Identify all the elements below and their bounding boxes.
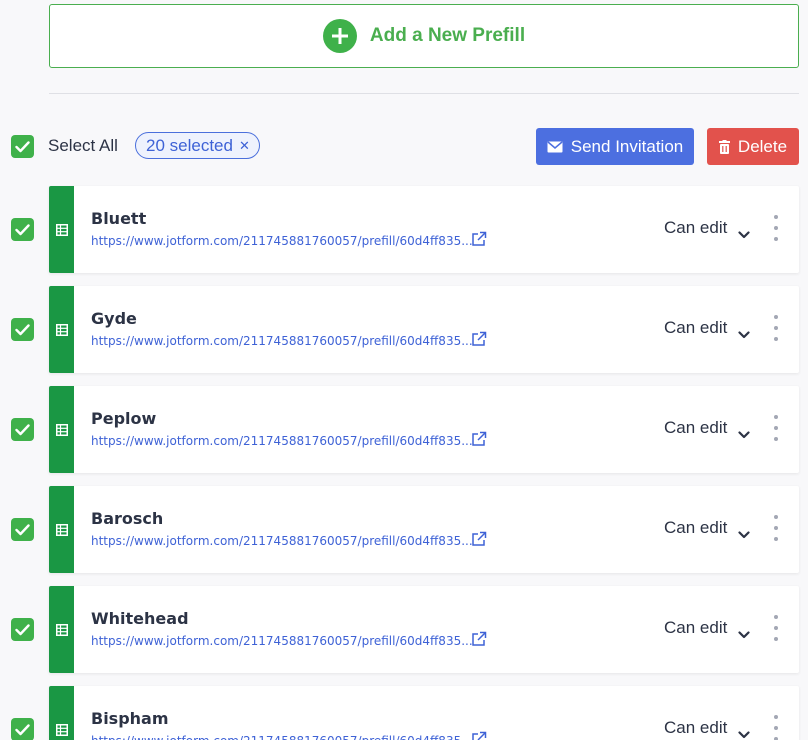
- chevron-down-icon[interactable]: [738, 724, 750, 740]
- form-strip: [49, 186, 74, 273]
- prefill-name: Bluett: [91, 209, 147, 228]
- row-checkbox[interactable]: [11, 418, 34, 441]
- prefill-row: Barosch https://www.jotform.com/21174588…: [11, 486, 799, 573]
- prefill-link[interactable]: https://www.jotform.com/211745881760057/…: [91, 434, 473, 448]
- send-invitation-label: Send Invitation: [570, 136, 684, 156]
- chevron-down-icon[interactable]: [738, 524, 750, 543]
- table-grid-icon: [55, 723, 68, 736]
- add-new-prefill-button[interactable]: Add a New Prefill: [49, 4, 799, 68]
- prefill-name: Whitehead: [91, 609, 189, 628]
- chevron-down-icon[interactable]: [738, 324, 750, 343]
- selection-toolbar: Select All 20 selected ✕ Send Invitation…: [0, 127, 808, 165]
- external-link-icon[interactable]: [471, 531, 487, 551]
- row-checkbox[interactable]: [11, 718, 34, 740]
- form-strip: [49, 686, 74, 740]
- form-strip: [49, 386, 74, 473]
- more-options-icon[interactable]: [772, 215, 780, 241]
- check-icon: [15, 140, 30, 152]
- check-icon: [15, 623, 30, 635]
- prefill-link[interactable]: https://www.jotform.com/211745881760057/…: [91, 734, 473, 740]
- form-strip: [49, 486, 74, 573]
- table-grid-icon: [55, 423, 68, 436]
- select-all-label: Select All: [48, 136, 118, 155]
- plus-circle-icon: [322, 19, 357, 53]
- divider: [49, 93, 799, 94]
- external-link-icon[interactable]: [471, 431, 487, 451]
- row-checkbox[interactable]: [11, 618, 34, 641]
- prefill-link[interactable]: https://www.jotform.com/211745881760057/…: [91, 234, 473, 248]
- prefill-row: Peplow https://www.jotform.com/211745881…: [11, 386, 799, 473]
- envelope-icon: [547, 140, 563, 153]
- send-invitation-button[interactable]: Send Invitation: [536, 128, 694, 165]
- more-options-icon[interactable]: [772, 615, 780, 641]
- table-grid-icon: [55, 523, 68, 536]
- row-checkbox[interactable]: [11, 218, 34, 241]
- prefill-row: Bispham https://www.jotform.com/21174588…: [11, 686, 799, 740]
- prefill-link[interactable]: https://www.jotform.com/211745881760057/…: [91, 534, 473, 548]
- table-grid-icon: [55, 623, 68, 636]
- prefill-link[interactable]: https://www.jotform.com/211745881760057/…: [91, 334, 473, 348]
- more-options-icon[interactable]: [772, 715, 780, 740]
- more-options-icon[interactable]: [772, 415, 780, 441]
- select-all-checkbox[interactable]: [11, 135, 34, 158]
- prefill-row: Whitehead https://www.jotform.com/211745…: [11, 586, 799, 673]
- check-icon: [15, 723, 30, 735]
- prefill-link[interactable]: https://www.jotform.com/211745881760057/…: [91, 634, 473, 648]
- form-strip: [49, 586, 74, 673]
- external-link-icon[interactable]: [471, 331, 487, 351]
- prefill-name: Gyde: [91, 309, 137, 328]
- permission-dropdown[interactable]: Can edit: [664, 618, 727, 638]
- delete-label: Delete: [737, 136, 788, 156]
- more-options-icon[interactable]: [772, 515, 780, 541]
- check-icon: [15, 223, 30, 235]
- chevron-down-icon[interactable]: [738, 424, 750, 443]
- row-checkbox[interactable]: [11, 518, 34, 541]
- check-icon: [15, 423, 30, 435]
- form-strip: [49, 286, 74, 373]
- delete-button[interactable]: Delete: [707, 128, 799, 165]
- prefill-row: Gyde https://www.jotform.com/21174588176…: [11, 286, 799, 373]
- prefill-name: Peplow: [91, 409, 157, 428]
- permission-dropdown[interactable]: Can edit: [664, 518, 727, 538]
- more-options-icon[interactable]: [772, 315, 780, 341]
- external-link-icon[interactable]: [471, 631, 487, 651]
- clear-selection-icon[interactable]: ✕: [239, 138, 250, 154]
- chevron-down-icon[interactable]: [738, 624, 750, 643]
- add-new-prefill-label: Add a New Prefill: [369, 25, 526, 46]
- check-icon: [15, 523, 30, 535]
- selected-count-badge: 20 selected ✕: [135, 132, 260, 159]
- prefill-name: Bispham: [91, 709, 169, 728]
- chevron-down-icon[interactable]: [738, 224, 750, 243]
- check-icon: [15, 323, 30, 335]
- permission-dropdown[interactable]: Can edit: [664, 418, 727, 438]
- table-grid-icon: [55, 323, 68, 336]
- selected-count-label: 20 selected: [146, 135, 233, 155]
- table-grid-icon: [55, 223, 68, 236]
- prefill-row: Bluett https://www.jotform.com/211745881…: [11, 186, 799, 273]
- permission-dropdown[interactable]: Can edit: [664, 718, 727, 738]
- permission-dropdown[interactable]: Can edit: [664, 218, 727, 238]
- prefill-name: Barosch: [91, 509, 164, 528]
- row-checkbox[interactable]: [11, 318, 34, 341]
- external-link-icon[interactable]: [471, 731, 487, 740]
- trash-icon: [718, 139, 730, 154]
- permission-dropdown[interactable]: Can edit: [664, 318, 727, 338]
- external-link-icon[interactable]: [471, 231, 487, 251]
